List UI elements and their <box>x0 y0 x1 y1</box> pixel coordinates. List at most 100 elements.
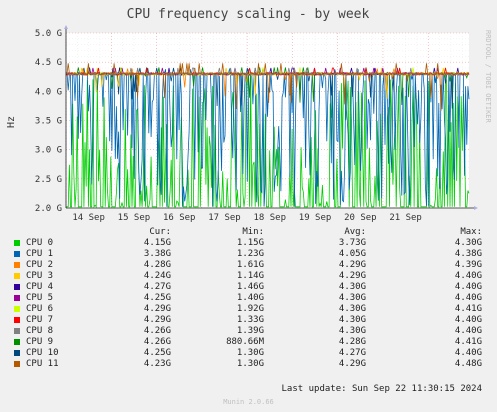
legend-label: CPU 11 <box>26 359 59 369</box>
side-text: RRDTOOL / TOBI OETIKER <box>484 30 492 124</box>
legend-avg: 4.30G <box>338 304 366 314</box>
x-tick-label: 18 Sep <box>254 213 287 223</box>
legend-row: CPU 2 4.28G 1.61G 4.29G 4.39G <box>0 260 497 271</box>
munin-version: Munin 2.0.66 <box>223 398 274 406</box>
x-tick-label: 17 Sep <box>208 213 241 223</box>
legend-min: 880.66M <box>226 337 264 347</box>
x-tick-label: 14 Sep <box>72 213 105 223</box>
legend-min: 1.30G <box>236 359 264 369</box>
legend-cur: 4.28G <box>143 260 171 270</box>
legend-cur: 4.26G <box>143 337 171 347</box>
legend-row: CPU 11 4.23G 1.30G 4.29G 4.48G <box>0 359 497 370</box>
legend-row: CPU 10 4.25G 1.30G 4.27G 4.40G <box>0 348 497 359</box>
legend-min: 1.61G <box>236 260 264 270</box>
legend-min: 1.39G <box>236 326 264 336</box>
legend-max: 4.40G <box>454 315 482 325</box>
x-axis-arrow <box>474 206 478 210</box>
legend-cur: 4.29G <box>143 315 171 325</box>
legend-label: CPU 7 <box>26 315 54 325</box>
legend-avg: 4.30G <box>338 315 366 325</box>
legend-cur: 4.29G <box>143 304 171 314</box>
legend-avg: 4.30G <box>338 326 366 336</box>
legend-avg: 4.29G <box>338 271 366 281</box>
legend-swatch <box>14 317 20 323</box>
y-axis-label: Hz <box>6 116 17 128</box>
legend-max: 4.39G <box>454 260 482 270</box>
legend-label: CPU 10 <box>26 348 59 358</box>
legend-max: 4.30G <box>454 238 482 248</box>
legend-label: CPU 0 <box>26 238 54 248</box>
legend-swatch <box>14 251 20 257</box>
legend-avg: 3.73G <box>338 238 366 248</box>
legend-swatch <box>14 240 20 246</box>
legend-max: 4.40G <box>454 282 482 292</box>
legend-header-avg: Avg: <box>344 227 366 237</box>
legend-row: CPU 4 4.27G 1.46G 4.30G 4.40G <box>0 282 497 293</box>
legend-min: 1.30G <box>236 348 264 358</box>
legend-max: 4.38G <box>454 249 482 259</box>
legend-min: 1.14G <box>236 271 264 281</box>
last-update: Last update: Sun Sep 22 11:30:15 2024 <box>281 384 482 394</box>
legend-swatch <box>14 306 20 312</box>
legend-swatch <box>14 262 20 268</box>
x-tick-label: 15 Sep <box>118 213 151 223</box>
legend-label: CPU 5 <box>26 293 54 303</box>
legend-header-min: Min: <box>242 227 264 237</box>
y-tick-label: 4.0 G <box>35 87 62 97</box>
legend-swatch <box>14 361 20 367</box>
legend-cur: 3.38G <box>143 249 171 259</box>
legend-cur: 4.15G <box>143 238 171 248</box>
legend-avg: 4.05G <box>338 249 366 259</box>
legend-label: CPU 6 <box>26 304 54 314</box>
legend-avg: 4.30G <box>338 293 366 303</box>
legend-cur: 4.27G <box>143 282 171 292</box>
legend-cur: 4.23G <box>143 359 171 369</box>
legend-header-cur: Cur: <box>149 227 171 237</box>
legend-row: CPU 5 4.25G 1.40G 4.30G 4.40G <box>0 293 497 304</box>
legend-min: 1.92G <box>236 304 264 314</box>
y-axis-arrow <box>64 25 68 29</box>
legend-max: 4.40G <box>454 271 482 281</box>
legend-max: 4.48G <box>454 359 482 369</box>
y-tick-label: 2.0 G <box>35 204 62 214</box>
legend-label: CPU 3 <box>26 271 54 281</box>
legend-label: CPU 9 <box>26 337 54 347</box>
legend-row: CPU 0 4.15G 1.15G 3.73G 4.30G <box>0 238 497 249</box>
legend-label: CPU 2 <box>26 260 54 270</box>
legend-swatch <box>14 284 20 290</box>
legend-row: CPU 6 4.29G 1.92G 4.30G 4.41G <box>0 304 497 315</box>
legend-max: 4.41G <box>454 304 482 314</box>
legend-row: CPU 1 3.38G 1.23G 4.05G 4.38G <box>0 249 497 260</box>
legend-label: CPU 1 <box>26 249 54 259</box>
legend-min: 1.33G <box>236 315 264 325</box>
legend-cur: 4.24G <box>143 271 171 281</box>
legend-label: CPU 8 <box>26 326 54 336</box>
y-tick-label: 4.5 G <box>35 58 62 68</box>
x-tick-label: 21 Sep <box>389 213 422 223</box>
legend-avg: 4.29G <box>338 359 366 369</box>
legend-cur: 4.25G <box>143 348 171 358</box>
x-tick-label: 19 Sep <box>299 213 332 223</box>
legend-max: 4.40G <box>454 348 482 358</box>
legend-label: CPU 4 <box>26 282 54 292</box>
y-tick-label: 3.0 G <box>35 146 62 156</box>
x-tick-label: 20 Sep <box>344 213 377 223</box>
legend-avg: 4.29G <box>338 260 366 270</box>
x-tick-label: 16 Sep <box>163 213 196 223</box>
y-tick-label: 2.5 G <box>35 175 62 185</box>
legend-min: 1.40G <box>236 293 264 303</box>
legend-min: 1.23G <box>236 249 264 259</box>
legend-min: 1.15G <box>236 238 264 248</box>
legend-max: 4.40G <box>454 293 482 303</box>
legend-swatch <box>14 295 20 301</box>
legend-header-max: Max: <box>460 227 482 237</box>
legend-cur: 4.25G <box>143 293 171 303</box>
legend-row: CPU 8 4.26G 1.39G 4.30G 4.40G <box>0 326 497 337</box>
legend-max: 4.40G <box>454 326 482 336</box>
y-tick-label: 5.0 G <box>35 29 62 39</box>
legend-row: CPU 9 4.26G 880.66M 4.28G 4.41G <box>0 337 497 348</box>
cpu-frequency-chart: CPU frequency scaling - by week RRDTOOL … <box>6 7 492 223</box>
legend-max: 4.41G <box>454 337 482 347</box>
legend-avg: 4.28G <box>338 337 366 347</box>
legend-avg: 4.30G <box>338 282 366 292</box>
